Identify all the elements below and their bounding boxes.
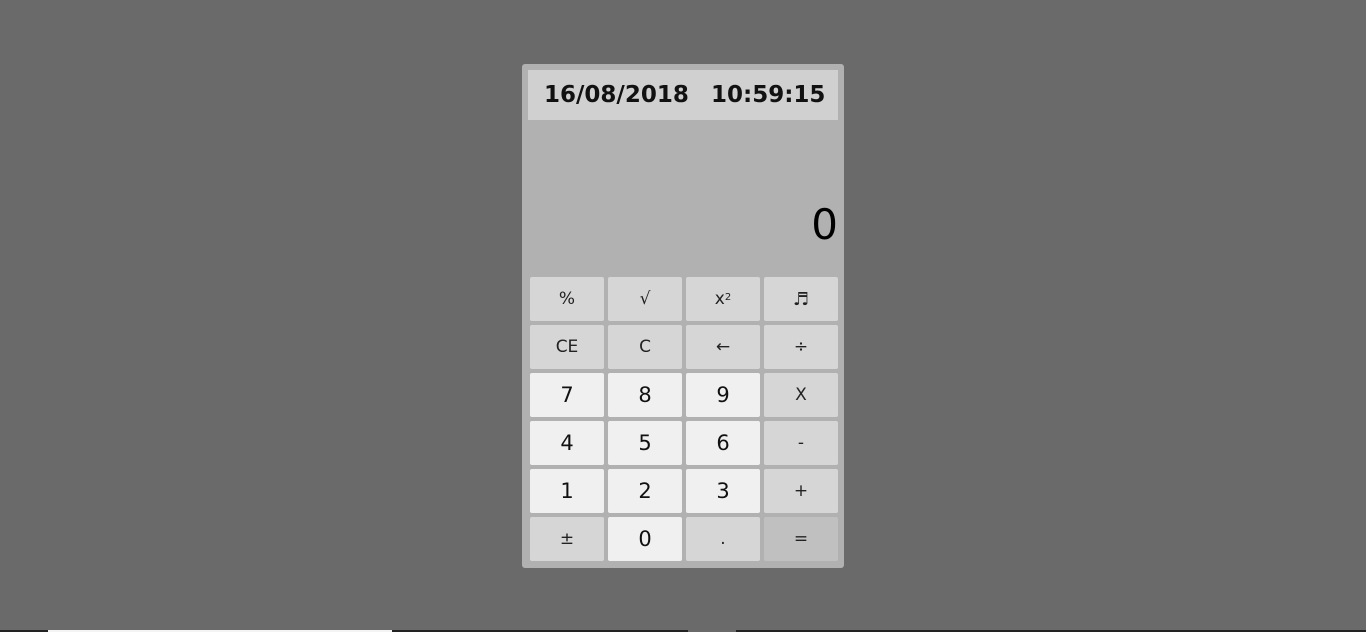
music-button[interactable]: ♬	[764, 277, 838, 321]
calculator-window: 16/08/2018 10:59:15 0 % √ x2 ♬ CE C ← ÷ …	[522, 64, 844, 568]
digit-6-button[interactable]: 6	[686, 421, 760, 465]
minus-button[interactable]: -	[764, 421, 838, 465]
multiply-button[interactable]: X	[764, 373, 838, 417]
equals-button[interactable]: =	[764, 517, 838, 561]
digit-5-button[interactable]: 5	[608, 421, 682, 465]
digit-2-button[interactable]: 2	[608, 469, 682, 513]
music-note-icon: ♬	[792, 288, 810, 310]
clock-time: 10:59:15	[711, 82, 826, 108]
square-button[interactable]: x2	[686, 277, 760, 321]
clear-entry-button[interactable]: CE	[530, 325, 604, 369]
display-value: 0	[811, 200, 838, 249]
clock-date: 16/08/2018	[544, 82, 689, 108]
digit-8-button[interactable]: 8	[608, 373, 682, 417]
digit-1-button[interactable]: 1	[530, 469, 604, 513]
square-exponent-label: 2	[724, 291, 732, 303]
digit-0-button[interactable]: 0	[608, 517, 682, 561]
backspace-button[interactable]: ←	[686, 325, 760, 369]
plus-button[interactable]: +	[764, 469, 838, 513]
keypad: % √ x2 ♬ CE C ← ÷ 7 8 9 X 4 5 6 - 1 2 3 …	[530, 277, 838, 561]
clock-bar: 16/08/2018 10:59:15	[528, 70, 838, 120]
percent-button[interactable]: %	[530, 277, 604, 321]
plus-minus-button[interactable]: ±	[530, 517, 604, 561]
square-base-label: x	[714, 289, 725, 309]
decimal-point-button[interactable]: .	[686, 517, 760, 561]
digit-3-button[interactable]: 3	[686, 469, 760, 513]
digit-4-button[interactable]: 4	[530, 421, 604, 465]
digit-7-button[interactable]: 7	[530, 373, 604, 417]
result-display: 0	[528, 126, 838, 254]
clear-button[interactable]: C	[608, 325, 682, 369]
divide-button[interactable]: ÷	[764, 325, 838, 369]
square-root-button[interactable]: √	[608, 277, 682, 321]
digit-9-button[interactable]: 9	[686, 373, 760, 417]
